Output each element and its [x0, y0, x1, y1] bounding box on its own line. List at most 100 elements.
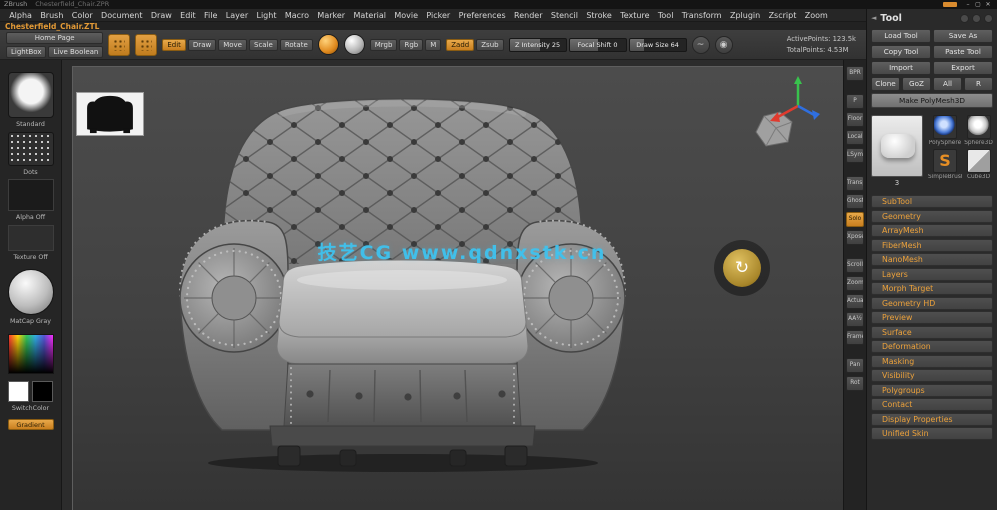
- subpalette-fibermesh[interactable]: FiberMesh: [871, 238, 993, 252]
- subpalette-surface[interactable]: Surface: [871, 325, 993, 339]
- subpalette-contact[interactable]: Contact: [871, 398, 993, 411]
- subpalette-nanomesh[interactable]: NanoMesh: [871, 253, 993, 266]
- rightshelf-solo[interactable]: Solo: [846, 212, 864, 227]
- rightshelf-bpr[interactable]: BPR: [846, 66, 864, 81]
- subpalette-polygroups[interactable]: Polygroups: [871, 383, 993, 397]
- mode-button-move[interactable]: Move: [218, 38, 247, 51]
- gradient-button[interactable]: Gradient: [7, 419, 54, 431]
- menu-zoom[interactable]: Zoom: [801, 9, 832, 22]
- rightshelf-xpose[interactable]: Xpose: [846, 230, 864, 245]
- menu-transform[interactable]: Transform: [678, 9, 726, 22]
- menu-picker[interactable]: Picker: [422, 9, 454, 22]
- paint-button-rgb[interactable]: Rgb: [399, 38, 424, 51]
- close-button[interactable]: ✕: [983, 0, 993, 9]
- menu-render[interactable]: Render: [510, 9, 547, 22]
- slider-draw-size[interactable]: Draw Size 64: [628, 37, 687, 52]
- rightshelf-pan[interactable]: Pan: [846, 358, 864, 373]
- rightshelf-rot[interactable]: Rot: [846, 376, 864, 391]
- pen-pressure-icon[interactable]: ◉: [714, 35, 733, 54]
- rightshelf-floor[interactable]: Floor: [846, 112, 864, 127]
- navigation-gizmo[interactable]: [750, 76, 820, 168]
- menu-movie[interactable]: Movie: [390, 9, 422, 22]
- menu-material[interactable]: Material: [349, 9, 390, 22]
- collapse-tray-icon[interactable]: ◄: [871, 14, 876, 22]
- rightshelf-ghost[interactable]: Ghost: [846, 194, 864, 209]
- paint-button-m[interactable]: M: [425, 38, 442, 51]
- quicksketch-dots-icon[interactable]: [108, 33, 131, 56]
- current-stroke-thumbnail[interactable]: [7, 131, 54, 166]
- menu-alpha[interactable]: Alpha: [5, 9, 36, 22]
- minimize-button[interactable]: –: [963, 0, 973, 9]
- subpalette-morph-target[interactable]: Morph Target: [871, 282, 993, 295]
- rightshelf-aa[interactable]: AA½: [846, 312, 864, 327]
- subpalette-display-properties[interactable]: Display Properties: [871, 412, 993, 426]
- sculpt-button-zadd[interactable]: Zadd: [446, 38, 475, 51]
- subpalette-masking[interactable]: Masking: [871, 354, 993, 368]
- tool-copy-tool-button[interactable]: Copy Tool: [871, 45, 931, 59]
- tool-export-button[interactable]: Export: [933, 61, 993, 75]
- menu-stroke[interactable]: Stroke: [582, 9, 616, 22]
- palette-menu-icon[interactable]: [984, 13, 993, 23]
- color-orb-icon[interactable]: [317, 34, 339, 55]
- tool-r-button[interactable]: R: [964, 77, 993, 91]
- menu-zscript[interactable]: Zscript: [764, 9, 800, 22]
- main-color-swatch[interactable]: [8, 380, 29, 402]
- menu-edit[interactable]: Edit: [176, 9, 200, 22]
- current-texture-thumbnail[interactable]: [7, 224, 54, 251]
- subpalette-subtool[interactable]: SubTool: [871, 195, 993, 208]
- rightshelf-frame[interactable]: Frame: [846, 330, 864, 345]
- live-boolean-button[interactable]: Live Boolean: [48, 45, 104, 58]
- menu-preferences[interactable]: Preferences: [454, 9, 509, 22]
- mode-button-scale[interactable]: Scale: [249, 38, 278, 51]
- make-polymesh3d-button[interactable]: Make PolyMesh3D: [871, 93, 993, 108]
- rightshelf-scroll[interactable]: Scroll: [846, 258, 864, 273]
- subpalette-visibility[interactable]: Visibility: [871, 369, 993, 382]
- home-page-button[interactable]: Home Page: [6, 31, 104, 44]
- mode-button-edit[interactable]: Edit: [162, 38, 186, 51]
- current-tool-thumbnail[interactable]: [871, 115, 923, 177]
- tool-load-tool-button[interactable]: Load Tool: [871, 29, 931, 43]
- current-material-sphere[interactable]: [7, 269, 54, 316]
- recent-tool-polysphere[interactable]: PolySphere: [928, 115, 962, 146]
- secondary-color-swatch[interactable]: [32, 380, 53, 402]
- reference-thumbnail[interactable]: [76, 92, 144, 136]
- subpalette-deformation[interactable]: Deformation: [871, 340, 993, 353]
- viewport-canvas[interactable]: 技艺CG www.qdnxstk.cn ↻: [62, 60, 843, 510]
- menu-tool[interactable]: Tool: [654, 9, 678, 22]
- recent-tool-simplebrush[interactable]: S SimpleBrush: [928, 149, 962, 180]
- recent-tool-sphere3d[interactable]: Sphere3D: [964, 115, 993, 146]
- maximize-button[interactable]: ▢: [973, 0, 983, 9]
- tool-paste-tool-button[interactable]: Paste Tool: [933, 45, 993, 59]
- menu-zplugin[interactable]: Zplugin: [726, 9, 765, 22]
- rightshelf-transp[interactable]: Transp: [846, 176, 864, 191]
- tool-import-button[interactable]: Import: [871, 61, 931, 75]
- subpalette-geometry[interactable]: Geometry: [871, 209, 993, 223]
- model-chesterfield-chair[interactable]: [150, 74, 655, 472]
- mode-button-rotate[interactable]: Rotate: [279, 38, 313, 51]
- current-alpha-thumbnail[interactable]: [7, 179, 54, 212]
- menu-light[interactable]: Light: [252, 9, 280, 22]
- menu-brush[interactable]: Brush: [36, 9, 67, 22]
- palette-pin-icon[interactable]: [960, 13, 969, 23]
- menu-marker[interactable]: Marker: [313, 9, 349, 22]
- tool-goz-button[interactable]: GoZ: [902, 77, 931, 91]
- subpalette-unified-skin[interactable]: Unified Skin: [871, 427, 993, 440]
- subpalette-arraymesh[interactable]: ArrayMesh: [871, 224, 993, 237]
- subpalette-preview[interactable]: Preview: [871, 311, 993, 324]
- paint-button-mrgb[interactable]: Mrgb: [369, 38, 398, 51]
- menu-layer[interactable]: Layer: [222, 9, 253, 22]
- replay-overlay-button[interactable]: ↻: [714, 240, 770, 296]
- menu-document[interactable]: Document: [97, 9, 147, 22]
- subpalette-layers[interactable]: Layers: [871, 267, 993, 281]
- mode-button-draw[interactable]: Draw: [187, 38, 217, 51]
- palette-gear-icon[interactable]: [972, 13, 981, 23]
- subpalette-geometry-hd[interactable]: Geometry HD: [871, 296, 993, 310]
- color-picker-gradient[interactable]: [7, 333, 54, 374]
- tool-save-as-button[interactable]: Save As: [933, 29, 993, 43]
- rightshelf-zoom[interactable]: Zoom: [846, 276, 864, 291]
- lightbox-button[interactable]: LightBox: [6, 45, 47, 58]
- menu-draw[interactable]: Draw: [147, 9, 176, 22]
- rightshelf-p[interactable]: P: [846, 94, 864, 109]
- tool-clone-button[interactable]: Clone: [871, 77, 900, 91]
- rightshelf-local[interactable]: Local: [846, 130, 864, 145]
